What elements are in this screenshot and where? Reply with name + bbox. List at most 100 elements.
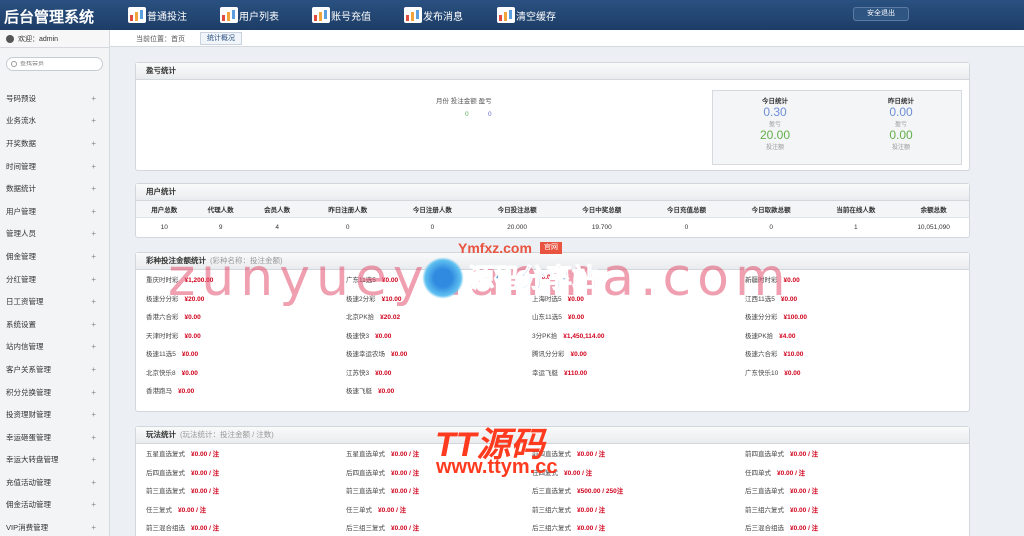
nav-normal-bet[interactable]: 普通投注 <box>128 4 187 26</box>
stat-item: 极速PK拾 ¥4.00 <box>745 330 795 348</box>
sidebar-item[interactable]: 幸运大转盘管理 + <box>0 449 110 472</box>
table-cell: 19.700 <box>591 223 612 231</box>
sidebar-item[interactable]: 用户管理 + <box>0 200 110 223</box>
stat-value: ¥0.00 / 注 <box>790 525 819 532</box>
legend-value: 0 <box>465 111 469 118</box>
stat-item: 上海时选5 ¥0.00 <box>532 293 584 311</box>
stat-item: 任三单式 ¥0.00 / 注 <box>346 504 406 522</box>
nav-publish-message[interactable]: 发布消息 <box>404 4 463 26</box>
sidebar-item[interactable]: 时间管理 + <box>0 155 110 178</box>
stat-label: 前三直选复式 <box>146 488 185 495</box>
sidebar-item[interactable]: 分红管理 + <box>0 268 110 291</box>
breadcrumb-location: 当前位置：首页 <box>136 36 185 43</box>
legend-value: 0 <box>488 111 492 118</box>
stat-label: 上海时选5 <box>532 295 562 303</box>
stat-item: 前三直选单式 ¥0.00 / 注 <box>346 485 419 503</box>
stat-label: 3分PK拾 <box>532 332 558 340</box>
sidebar-item[interactable]: 管理人员 + <box>0 223 110 246</box>
stat-label: 香港跑马 <box>146 388 172 395</box>
sidebar-item[interactable]: VIP消费管理 + <box>0 516 110 536</box>
stat-value: ¥0.00 <box>375 332 392 340</box>
sidebar-item[interactable]: 积分兑换管理 + <box>0 381 110 404</box>
stat-label: 极速幸运农场 <box>346 351 385 358</box>
stat-value: ¥0.00 / 注 <box>777 469 806 477</box>
plus-icon: + <box>91 500 96 510</box>
sidebar-item[interactable]: 数据统计 + <box>0 177 110 200</box>
sidebar-item-label: 数据统计 <box>6 184 36 194</box>
member-search-input[interactable] <box>20 61 100 67</box>
sidebar-item[interactable]: 佣金活动管理 + <box>0 494 110 517</box>
column-header: 余额总数 <box>898 201 969 218</box>
sidebar-item[interactable]: 开奖数据 + <box>0 132 110 155</box>
stat-value: ¥1,200.00 <box>184 277 214 284</box>
stat-item: 后三组三复式 ¥0.00 / 注 <box>346 522 419 536</box>
column-header: 昨日注册人数 <box>305 201 391 218</box>
panel-title: 玩法统计 (玩法统计：投注金额 / 注数) <box>136 427 969 444</box>
stat-label: 五星直选复式 <box>146 451 185 458</box>
nav-account-recharge[interactable]: 账号充值 <box>312 4 371 26</box>
stat-item: 山东11选5 ¥0.00 <box>532 311 584 329</box>
sidebar-item[interactable]: 站内信管理 + <box>0 336 110 359</box>
stat-value: ¥0.00 / 注 <box>378 506 407 514</box>
stat-value: ¥0.00 <box>780 295 798 303</box>
sidebar-item[interactable]: 充值活动管理 + <box>0 471 110 494</box>
stat-item: 幸运飞艇 ¥110.00 <box>532 367 587 385</box>
nav-user-list[interactable]: 用户列表 <box>220 4 279 26</box>
stat-label: 极速分分彩 <box>146 295 179 303</box>
sidebar-item[interactable]: 佣金管理 + <box>0 245 110 268</box>
stat-item: 香港跑马 ¥0.00 <box>146 385 194 403</box>
user-welcome: 欢迎：admin <box>0 30 109 48</box>
table-cell: 9 <box>218 223 223 231</box>
sidebar-item[interactable]: 日工资管理 + <box>0 290 110 313</box>
stat-value: ¥0.00 / 注 <box>191 469 220 477</box>
nav-clear-cache[interactable]: 清空缓存 <box>497 4 556 26</box>
logout-button[interactable]: 安全退出 <box>853 7 909 21</box>
stat-label: 极速飞艇 <box>346 388 372 395</box>
sidebar-item[interactable]: 投资理财管理 + <box>0 403 110 426</box>
stat-label: 广东快乐10 <box>745 369 779 377</box>
stat-value: ¥0.00 <box>375 369 392 377</box>
stat-label: 北京快乐8 <box>146 369 176 377</box>
column-header: 今日投注总额 <box>474 201 560 218</box>
sidebar-item-label: 号码预设 <box>6 93 36 103</box>
table-cell: 0 <box>769 223 773 231</box>
member-search[interactable] <box>6 57 103 71</box>
stat-label: 极速2分彩 <box>346 295 376 303</box>
stat-item: ¥0.00 <box>532 274 554 292</box>
sidebar-item[interactable]: 号码预设 + <box>0 87 110 110</box>
plus-icon: + <box>91 161 96 171</box>
stat-label: 任三复式 <box>146 506 172 514</box>
tab-overview[interactable]: 统计概况 <box>200 32 242 45</box>
table-cell: 10 <box>160 223 168 231</box>
sidebar-item[interactable]: 幸运砸蛋管理 + <box>0 426 110 449</box>
user-stats-table: 用户总数 代理人数 会员人数 昨日注册人数 今日注册人数 今日投注总额 今日中奖总额 今日充值… <box>136 201 969 237</box>
sidebar-item-label: 幸运大转盘管理 <box>6 455 59 465</box>
stat-label: 江西11选5 <box>745 295 775 303</box>
plus-icon: + <box>91 455 96 465</box>
yesterday-profit: 0.00 <box>889 105 913 119</box>
stat-value: ¥0.00 / 注 <box>564 469 593 477</box>
plus-icon: + <box>91 93 96 103</box>
table-cell: 1 <box>854 223 858 231</box>
stat-value: ¥0.00 <box>184 314 201 321</box>
stat-item: 任四单式 ¥0.00 / 注 <box>745 467 805 485</box>
stat-value: ¥0.00 <box>178 388 195 395</box>
stat-label: 山东11选5 <box>532 314 562 321</box>
stat-value: ¥0.00 <box>783 277 800 284</box>
sidebar-item[interactable]: 业务流水 + <box>0 110 110 133</box>
plus-icon: + <box>91 432 96 442</box>
stat-value: ¥1,450,114.00 <box>563 332 605 340</box>
stat-summary: 今日统计 0.30 盈亏 20.00 投注额 昨日统计 0.00 盈亏 0.00… <box>712 90 962 165</box>
stat-label: 前三直选单式 <box>346 488 385 495</box>
stat-item: 极速分分彩 ¥20.00 <box>146 293 204 311</box>
stat-value: ¥10.00 <box>783 351 804 358</box>
sidebar-item[interactable]: 客户关系管理 + <box>0 358 110 381</box>
table-cell: 20.000 <box>507 223 528 231</box>
stat-item: 北京快乐8 ¥0.00 <box>146 367 198 385</box>
stat-item: 极速快3 ¥0.00 <box>346 330 391 348</box>
plus-icon: + <box>91 206 96 216</box>
stat-item: 后四直选复式 ¥0.00 / 注 <box>146 467 219 485</box>
stat-label: 极速PK拾 <box>745 332 774 340</box>
sidebar-item[interactable]: 系统设置 + <box>0 313 110 336</box>
stat-label: 腾讯分分彩 <box>532 351 565 358</box>
